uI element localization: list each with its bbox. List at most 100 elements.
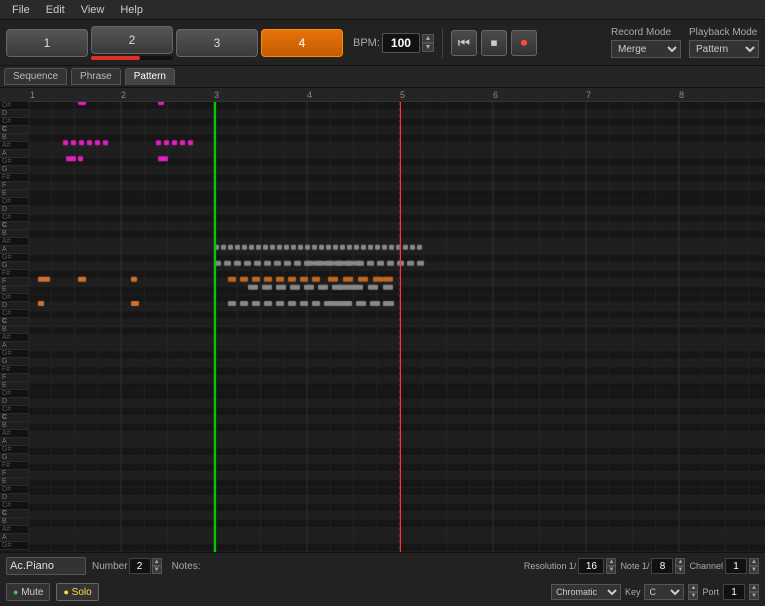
pattern-btn-4[interactable]: 4: [261, 29, 343, 57]
piano-key-Asharp[interactable]: A#: [0, 142, 28, 150]
mute-button[interactable]: ● Mute: [6, 583, 50, 601]
piano-key-D[interactable]: D: [0, 302, 28, 310]
record-mode-select[interactable]: Merge Overwrite: [611, 40, 681, 58]
piano-key-B[interactable]: B: [0, 134, 28, 142]
tab-sequence[interactable]: Sequence: [4, 68, 67, 85]
channel-input[interactable]: [725, 558, 747, 574]
piano-key-F[interactable]: F: [0, 374, 28, 382]
grid-area[interactable]: 1 2 3 4 5 6 7 8: [28, 88, 765, 552]
piano-key-Asharp[interactable]: A#: [0, 430, 28, 438]
key-select[interactable]: C C# D: [644, 584, 684, 600]
grid-canvas: [28, 102, 765, 552]
number-input[interactable]: [129, 558, 151, 574]
piano-key-A[interactable]: A: [0, 534, 28, 542]
piano-key-G[interactable]: G: [0, 454, 28, 462]
pattern-btn-3[interactable]: 3: [176, 29, 258, 57]
transport-stop[interactable]: ⏹: [481, 30, 507, 56]
piano-key-A[interactable]: A: [0, 246, 28, 254]
piano-key-Asharp[interactable]: A#: [0, 526, 28, 534]
piano-key-Gsharp[interactable]: G#: [0, 158, 28, 166]
resolution-down[interactable]: ▼: [606, 566, 616, 574]
pattern-btn-1[interactable]: 1: [6, 29, 88, 57]
piano-key-Dsharp[interactable]: D#: [0, 486, 28, 494]
piano-key-B[interactable]: B: [0, 518, 28, 526]
piano-key-Gsharp[interactable]: G#: [0, 350, 28, 358]
note1-down[interactable]: ▼: [675, 566, 685, 574]
note1-up[interactable]: ▲: [675, 558, 685, 566]
bpm-up[interactable]: ▲: [422, 34, 434, 43]
menu-view[interactable]: View: [73, 4, 113, 16]
piano-key-Csharp[interactable]: C#: [0, 214, 28, 222]
piano-key-F[interactable]: F: [0, 278, 28, 286]
solo-button[interactable]: ● Solo: [56, 583, 98, 601]
port-input[interactable]: [723, 584, 745, 600]
piano-key-A[interactable]: A: [0, 150, 28, 158]
tab-pattern[interactable]: Pattern: [125, 68, 175, 85]
instrument-name-input[interactable]: [6, 557, 86, 575]
piano-key-G[interactable]: G: [0, 262, 28, 270]
tab-phrase[interactable]: Phrase: [71, 68, 121, 85]
bpm-input[interactable]: [382, 33, 420, 53]
piano-key-D[interactable]: D: [0, 110, 28, 118]
piano-key-Csharp[interactable]: C#: [0, 406, 28, 414]
piano-key-C[interactable]: C: [0, 126, 28, 134]
piano-key-Dsharp[interactable]: D#: [0, 102, 28, 110]
piano-key-D[interactable]: D: [0, 206, 28, 214]
piano-key-B[interactable]: B: [0, 422, 28, 430]
piano-key-Fsharp[interactable]: F#: [0, 462, 28, 470]
piano-key-Csharp[interactable]: C#: [0, 118, 28, 126]
piano-key-Dsharp[interactable]: D#: [0, 294, 28, 302]
channel-label: Channel: [689, 561, 723, 571]
note1-input[interactable]: [651, 558, 673, 574]
number-up[interactable]: ▲: [152, 558, 162, 566]
piano-key-E[interactable]: E: [0, 190, 28, 198]
piano-key-F[interactable]: F: [0, 182, 28, 190]
piano-key-Gsharp[interactable]: G#: [0, 446, 28, 454]
pattern-btn-2[interactable]: 2: [91, 26, 173, 54]
menu-help[interactable]: Help: [112, 4, 151, 16]
transport-record[interactable]: ⏺: [511, 30, 537, 56]
bpm-down[interactable]: ▼: [422, 43, 434, 52]
piano-key-F[interactable]: F: [0, 470, 28, 478]
piano-key-Asharp[interactable]: A#: [0, 334, 28, 342]
piano-key-A[interactable]: A: [0, 342, 28, 350]
piano-key-E[interactable]: E: [0, 478, 28, 486]
piano-key-Dsharp[interactable]: D#: [0, 198, 28, 206]
playback-mode-select[interactable]: Pattern Song: [689, 40, 759, 58]
channel-up[interactable]: ▲: [749, 558, 759, 566]
menu-edit[interactable]: Edit: [38, 4, 73, 16]
key-up[interactable]: ▲: [688, 584, 698, 592]
piano-key-D[interactable]: D: [0, 398, 28, 406]
key-down[interactable]: ▼: [688, 592, 698, 600]
piano-key-G[interactable]: G: [0, 358, 28, 366]
piano-key-G[interactable]: G: [0, 166, 28, 174]
piano-key-D[interactable]: D: [0, 494, 28, 502]
transport-rewind[interactable]: ⏮: [451, 30, 477, 56]
piano-key-C[interactable]: C: [0, 318, 28, 326]
piano-key-A[interactable]: A: [0, 438, 28, 446]
piano-key-Csharp[interactable]: C#: [0, 310, 28, 318]
piano-key-Fsharp[interactable]: F#: [0, 366, 28, 374]
piano-key-Dsharp[interactable]: D#: [0, 390, 28, 398]
piano-key-E[interactable]: E: [0, 286, 28, 294]
piano-key-C[interactable]: C: [0, 510, 28, 518]
piano-key-Fsharp[interactable]: F#: [0, 270, 28, 278]
piano-key-Gsharp[interactable]: G#: [0, 254, 28, 262]
piano-key-C[interactable]: C: [0, 222, 28, 230]
resolution-input[interactable]: [578, 558, 604, 574]
menu-file[interactable]: File: [4, 4, 38, 16]
number-down[interactable]: ▼: [152, 566, 162, 574]
resolution-up[interactable]: ▲: [606, 558, 616, 566]
piano-key-B[interactable]: B: [0, 326, 28, 334]
piano-key-Asharp[interactable]: A#: [0, 238, 28, 246]
channel-down[interactable]: ▼: [749, 566, 759, 574]
scale-select[interactable]: Chromatic Major Minor: [551, 584, 621, 600]
piano-key-E[interactable]: E: [0, 382, 28, 390]
port-down[interactable]: ▼: [749, 592, 759, 600]
piano-key-Gsharp[interactable]: G#: [0, 542, 28, 550]
piano-key-C[interactable]: C: [0, 414, 28, 422]
piano-key-Csharp[interactable]: C#: [0, 502, 28, 510]
port-up[interactable]: ▲: [749, 584, 759, 592]
piano-key-Fsharp[interactable]: F#: [0, 174, 28, 182]
piano-key-B[interactable]: B: [0, 230, 28, 238]
